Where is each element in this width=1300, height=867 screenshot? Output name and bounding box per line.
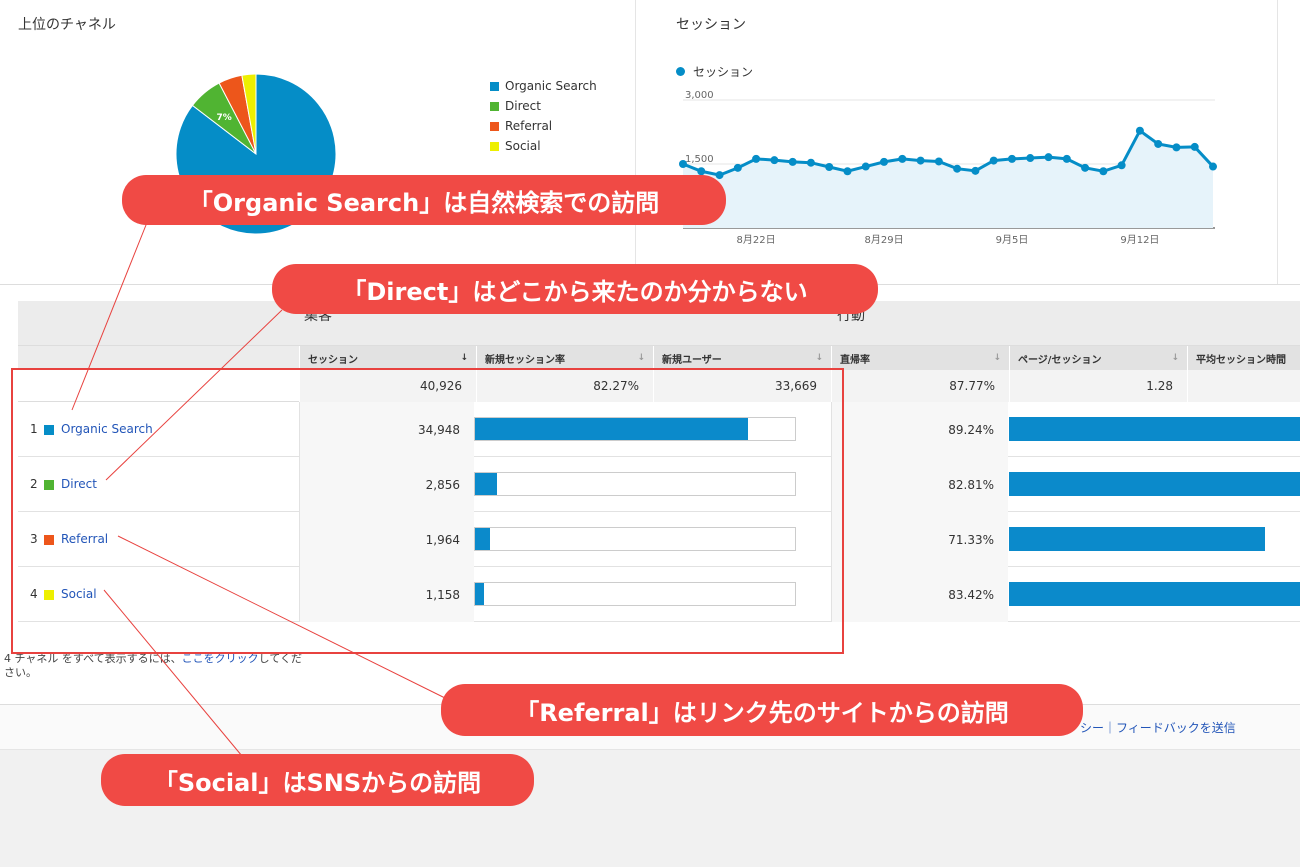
col-label: 平均セッション時間: [1196, 354, 1286, 366]
total-pages-per-session: 1.28: [1009, 370, 1187, 402]
show-all-note: 4 チャネル をすべて表示するには、ここをクリックしてください。: [4, 652, 304, 680]
data-point: [806, 158, 815, 167]
data-point: [825, 162, 834, 171]
data-point: [1117, 161, 1126, 170]
data-point: [1062, 154, 1071, 163]
col-new-users[interactable]: 新規ユーザー ↓: [653, 346, 831, 370]
callout-referral: 「Referral」はリンク先のサイトからの訪問: [441, 684, 1083, 736]
x-tick-label: 8月22日: [737, 234, 776, 246]
data-point: [916, 156, 925, 165]
data-point: [752, 154, 761, 163]
data-point: [953, 164, 962, 173]
data-point: [1044, 153, 1053, 162]
y-tick-label: 1,500: [685, 154, 714, 165]
data-point: [788, 157, 797, 166]
col-label: 新規セッション率: [485, 354, 565, 366]
col-pages-per-session[interactable]: ページ/セッション ↓: [1009, 346, 1187, 370]
bounce-bar: [1009, 527, 1266, 551]
data-point: [880, 157, 889, 166]
data-point: [861, 162, 870, 171]
y-tick-label: 3,000: [685, 90, 714, 101]
data-point: [971, 166, 980, 175]
data-point: [934, 157, 943, 166]
bounce-value: 89.24%: [831, 402, 1008, 457]
data-point: [1209, 162, 1217, 171]
col-label: セッション: [308, 354, 358, 366]
col-new-session-rate[interactable]: 新規セッション率 ↓: [476, 346, 653, 370]
callout-social: 「Social」はSNSからの訪問: [101, 754, 534, 806]
x-tick-label: 9月12日: [1120, 234, 1159, 246]
sessions-line-chart: 1,500 3,000 8月22日 8月29日 9月5日 9月12日: [679, 90, 1217, 246]
data-point: [733, 163, 742, 172]
data-point: [1007, 154, 1016, 163]
x-tick-label: 9月5日: [996, 234, 1029, 246]
col-label: 新規ユーザー: [662, 354, 722, 366]
data-point: [1081, 163, 1090, 172]
total-avg-duration: [1187, 370, 1300, 402]
x-tick-label: 8月29日: [864, 234, 903, 246]
bounce-bar: [1009, 472, 1300, 496]
bounce-value: 83.42%: [831, 567, 1008, 622]
col-label: ページ/セッション: [1018, 354, 1102, 366]
callout-direct: 「Direct」はどこから来たのか分からない: [272, 264, 878, 314]
data-point: [1099, 167, 1108, 176]
data-point: [770, 156, 779, 165]
data-point: [715, 171, 724, 180]
data-point: [989, 156, 998, 165]
bounce-value: 71.33%: [831, 512, 1008, 567]
data-point: [1026, 154, 1035, 163]
col-avg-session-duration[interactable]: 平均セッション時間: [1187, 346, 1300, 370]
sort-icon: ↓: [993, 353, 1001, 363]
column-header-row: セッション ↓ 新規セッション率 ↓ 新規ユーザー ↓ 直帰率 ↓ ページ/セッション ↓…: [18, 345, 1300, 370]
sort-icon: ↓: [1171, 353, 1179, 363]
bounce-value: 82.81%: [831, 457, 1008, 512]
data-point: [1190, 142, 1199, 151]
data-point: [1154, 139, 1163, 148]
data-point: [1172, 143, 1181, 152]
data-point: [898, 154, 907, 163]
bounce-bar: [1009, 417, 1300, 441]
col-label: 直帰率: [840, 354, 870, 366]
sort-icon: ↓: [815, 353, 823, 363]
highlight-box: [11, 368, 844, 654]
data-point: [843, 167, 852, 176]
total-bounce-rate: 87.77%: [831, 370, 1009, 402]
sort-desc-icon: ↓: [460, 353, 468, 363]
callout-organic: 「Organic Search」は自然検索での訪問: [122, 175, 726, 225]
bounce-bar: [1009, 582, 1300, 606]
data-point: [679, 160, 687, 168]
sort-icon: ↓: [637, 353, 645, 363]
col-bounce-rate[interactable]: 直帰率 ↓: [831, 346, 1009, 370]
footer-links[interactable]: シー｜フィードバックを送信: [1080, 719, 1236, 736]
data-point: [1135, 126, 1144, 135]
col-sessions[interactable]: セッション ↓: [299, 346, 476, 370]
